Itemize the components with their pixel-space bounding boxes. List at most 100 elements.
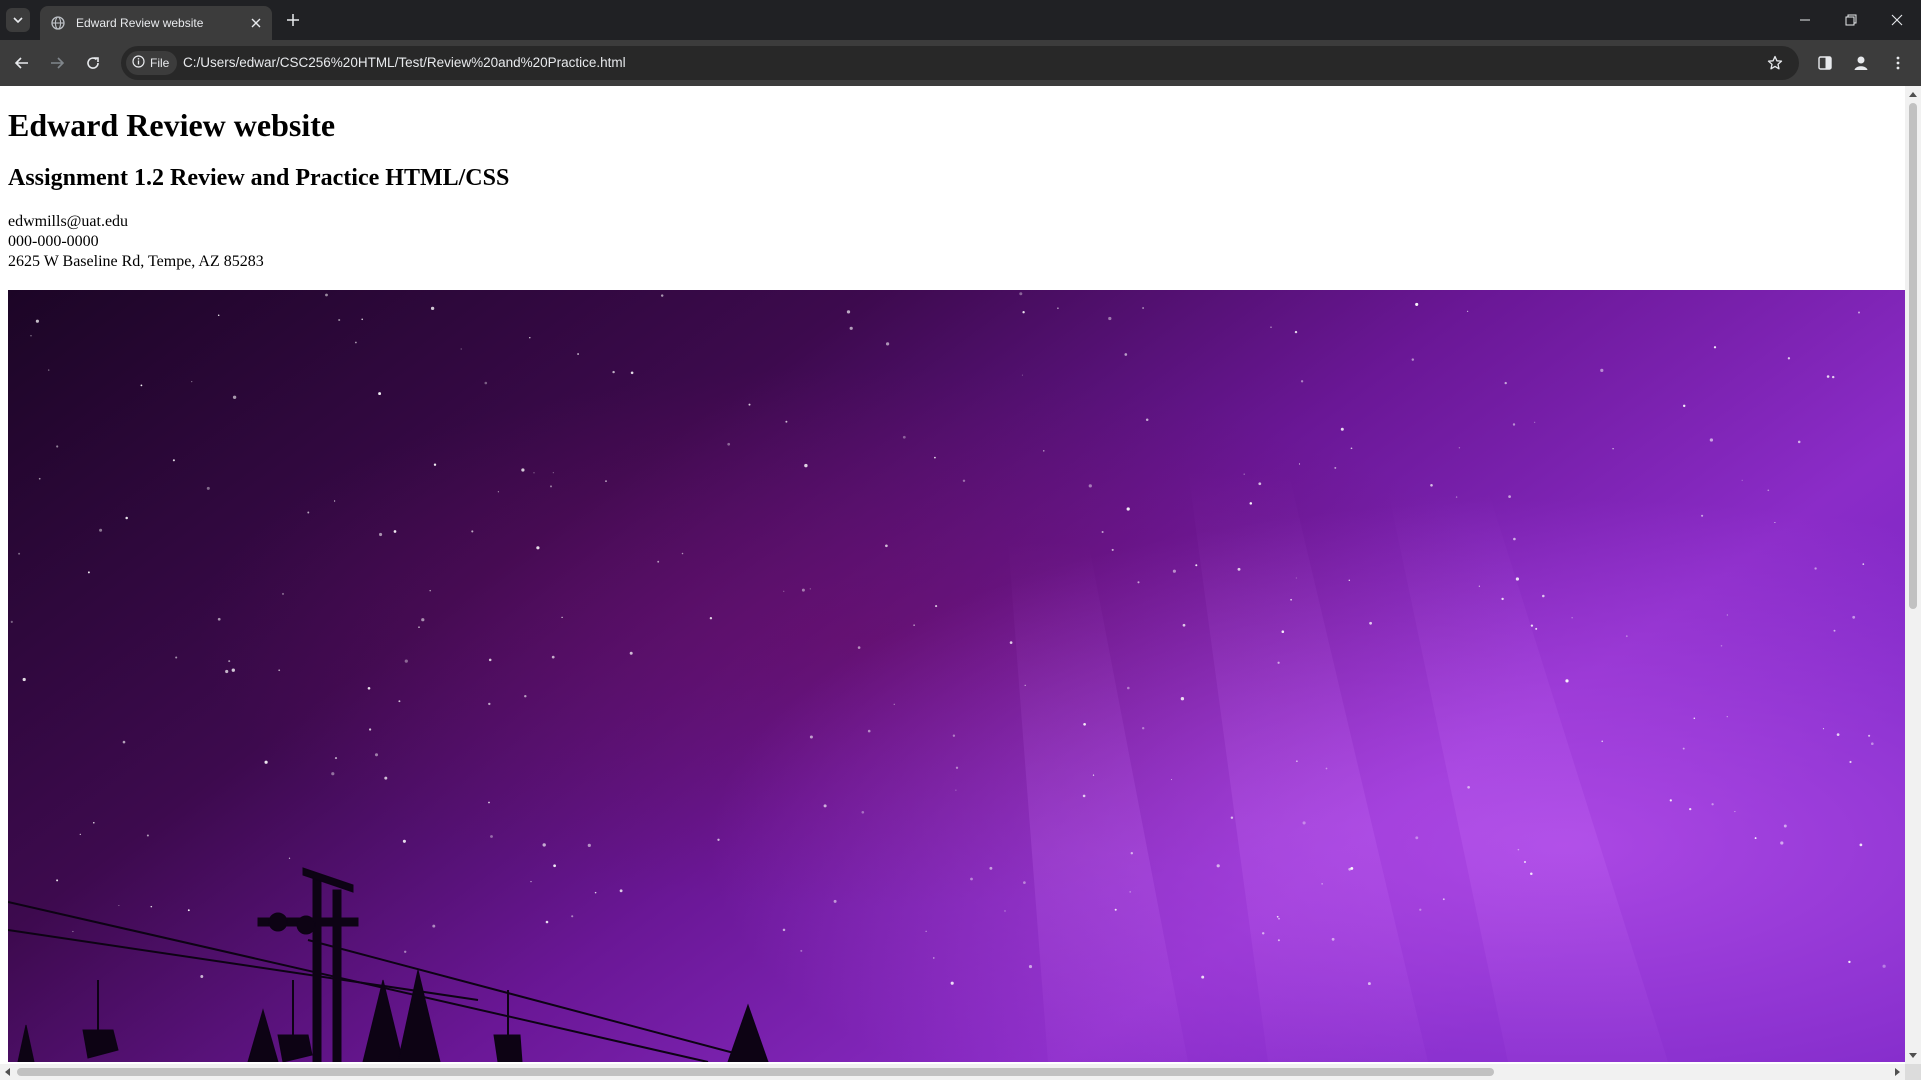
star [1111, 548, 1114, 551]
star [1108, 316, 1112, 321]
star [38, 477, 41, 480]
star [952, 734, 956, 737]
star [404, 659, 408, 663]
forward-icon[interactable] [43, 49, 71, 77]
star [22, 677, 26, 682]
star [1512, 423, 1516, 426]
star [1216, 864, 1220, 868]
site-info-chip[interactable]: File [126, 51, 178, 75]
star [430, 306, 435, 311]
star [551, 655, 555, 659]
star [1172, 569, 1176, 573]
address-bar[interactable]: File C:/Users/edwar/CSC256%20HTML/Test/R… [121, 46, 1799, 80]
page-subtitle: Assignment 1.2 Review and Practice HTML/… [8, 165, 510, 191]
tab-strip: Edward Review website [0, 0, 1921, 40]
active-tab[interactable]: Edward Review website [40, 6, 272, 40]
vertical-scrollbar[interactable] [1905, 86, 1921, 1064]
star [122, 740, 126, 744]
scroll-right-icon[interactable] [1895, 1068, 1900, 1076]
star [1523, 860, 1527, 864]
tab-search-icon[interactable] [6, 8, 30, 32]
star [1294, 330, 1298, 334]
star [217, 314, 220, 317]
star [1774, 521, 1776, 524]
star [1237, 567, 1241, 571]
star [1028, 965, 1033, 969]
star [524, 694, 527, 698]
side-panel-icon[interactable] [1811, 49, 1839, 77]
star [1126, 507, 1130, 511]
menu-icon[interactable] [1884, 49, 1912, 77]
horizontal-scroll-thumb[interactable] [17, 1068, 1494, 1076]
star [913, 624, 915, 626]
url-text[interactable]: C:/Users/edwar/CSC256%20HTML/Test/Review… [183, 46, 626, 80]
star [619, 889, 623, 893]
star [1831, 375, 1835, 379]
star [1334, 466, 1337, 469]
bookmark-star-icon[interactable] [1763, 51, 1787, 75]
close-icon[interactable] [246, 13, 266, 33]
star [278, 669, 281, 672]
star [1508, 495, 1511, 498]
star [571, 915, 574, 918]
star [1083, 722, 1086, 726]
scroll-down-icon[interactable] [1909, 1053, 1917, 1058]
star [989, 866, 993, 870]
restore-icon[interactable] [1828, 0, 1874, 40]
star [1822, 728, 1825, 730]
profile-icon[interactable] [1847, 49, 1875, 77]
star [1340, 427, 1344, 431]
star [1022, 311, 1025, 314]
star [955, 766, 959, 769]
star [1411, 358, 1415, 361]
star [804, 463, 808, 468]
star [1350, 866, 1354, 870]
contact-info: edwmills@uat.edu 000-000-0000 2625 W Bas… [8, 212, 1905, 272]
star [1515, 577, 1519, 581]
star [488, 702, 491, 706]
star [950, 981, 954, 985]
window-close-icon[interactable] [1874, 0, 1920, 40]
star [1092, 774, 1095, 776]
star [801, 588, 805, 592]
horizontal-scrollbar[interactable] [0, 1064, 1905, 1080]
star [1754, 837, 1757, 840]
star [379, 532, 383, 537]
star [1535, 627, 1538, 630]
back-icon[interactable] [8, 49, 36, 77]
star [1019, 292, 1023, 296]
star [709, 617, 713, 620]
star [1321, 883, 1323, 885]
star [1276, 915, 1279, 918]
star [125, 516, 128, 520]
reload-icon[interactable] [79, 49, 107, 77]
star [955, 789, 957, 791]
star [552, 472, 554, 474]
scroll-left-icon[interactable] [5, 1068, 10, 1076]
star [325, 293, 328, 297]
browser-toolbar: File C:/Users/edwar/CSC256%20HTML/Test/R… [0, 40, 1921, 86]
star [727, 442, 731, 446]
star [146, 834, 149, 837]
star [1367, 982, 1371, 986]
star [1868, 734, 1871, 737]
star [1478, 585, 1480, 587]
star [521, 468, 525, 472]
star [1625, 635, 1628, 638]
star [150, 905, 153, 908]
scroll-up-icon[interactable] [1909, 92, 1917, 97]
new-tab-icon[interactable] [281, 8, 305, 32]
star [398, 700, 401, 703]
star [1278, 917, 1280, 920]
star [56, 879, 59, 882]
star [488, 658, 492, 662]
minimize-icon[interactable] [1782, 0, 1828, 40]
vertical-scroll-thumb[interactable] [1909, 103, 1917, 609]
star [1780, 841, 1784, 845]
star [490, 835, 493, 838]
star [970, 877, 973, 881]
star [433, 463, 437, 466]
star [536, 546, 540, 550]
star [660, 294, 664, 297]
star [657, 560, 660, 563]
